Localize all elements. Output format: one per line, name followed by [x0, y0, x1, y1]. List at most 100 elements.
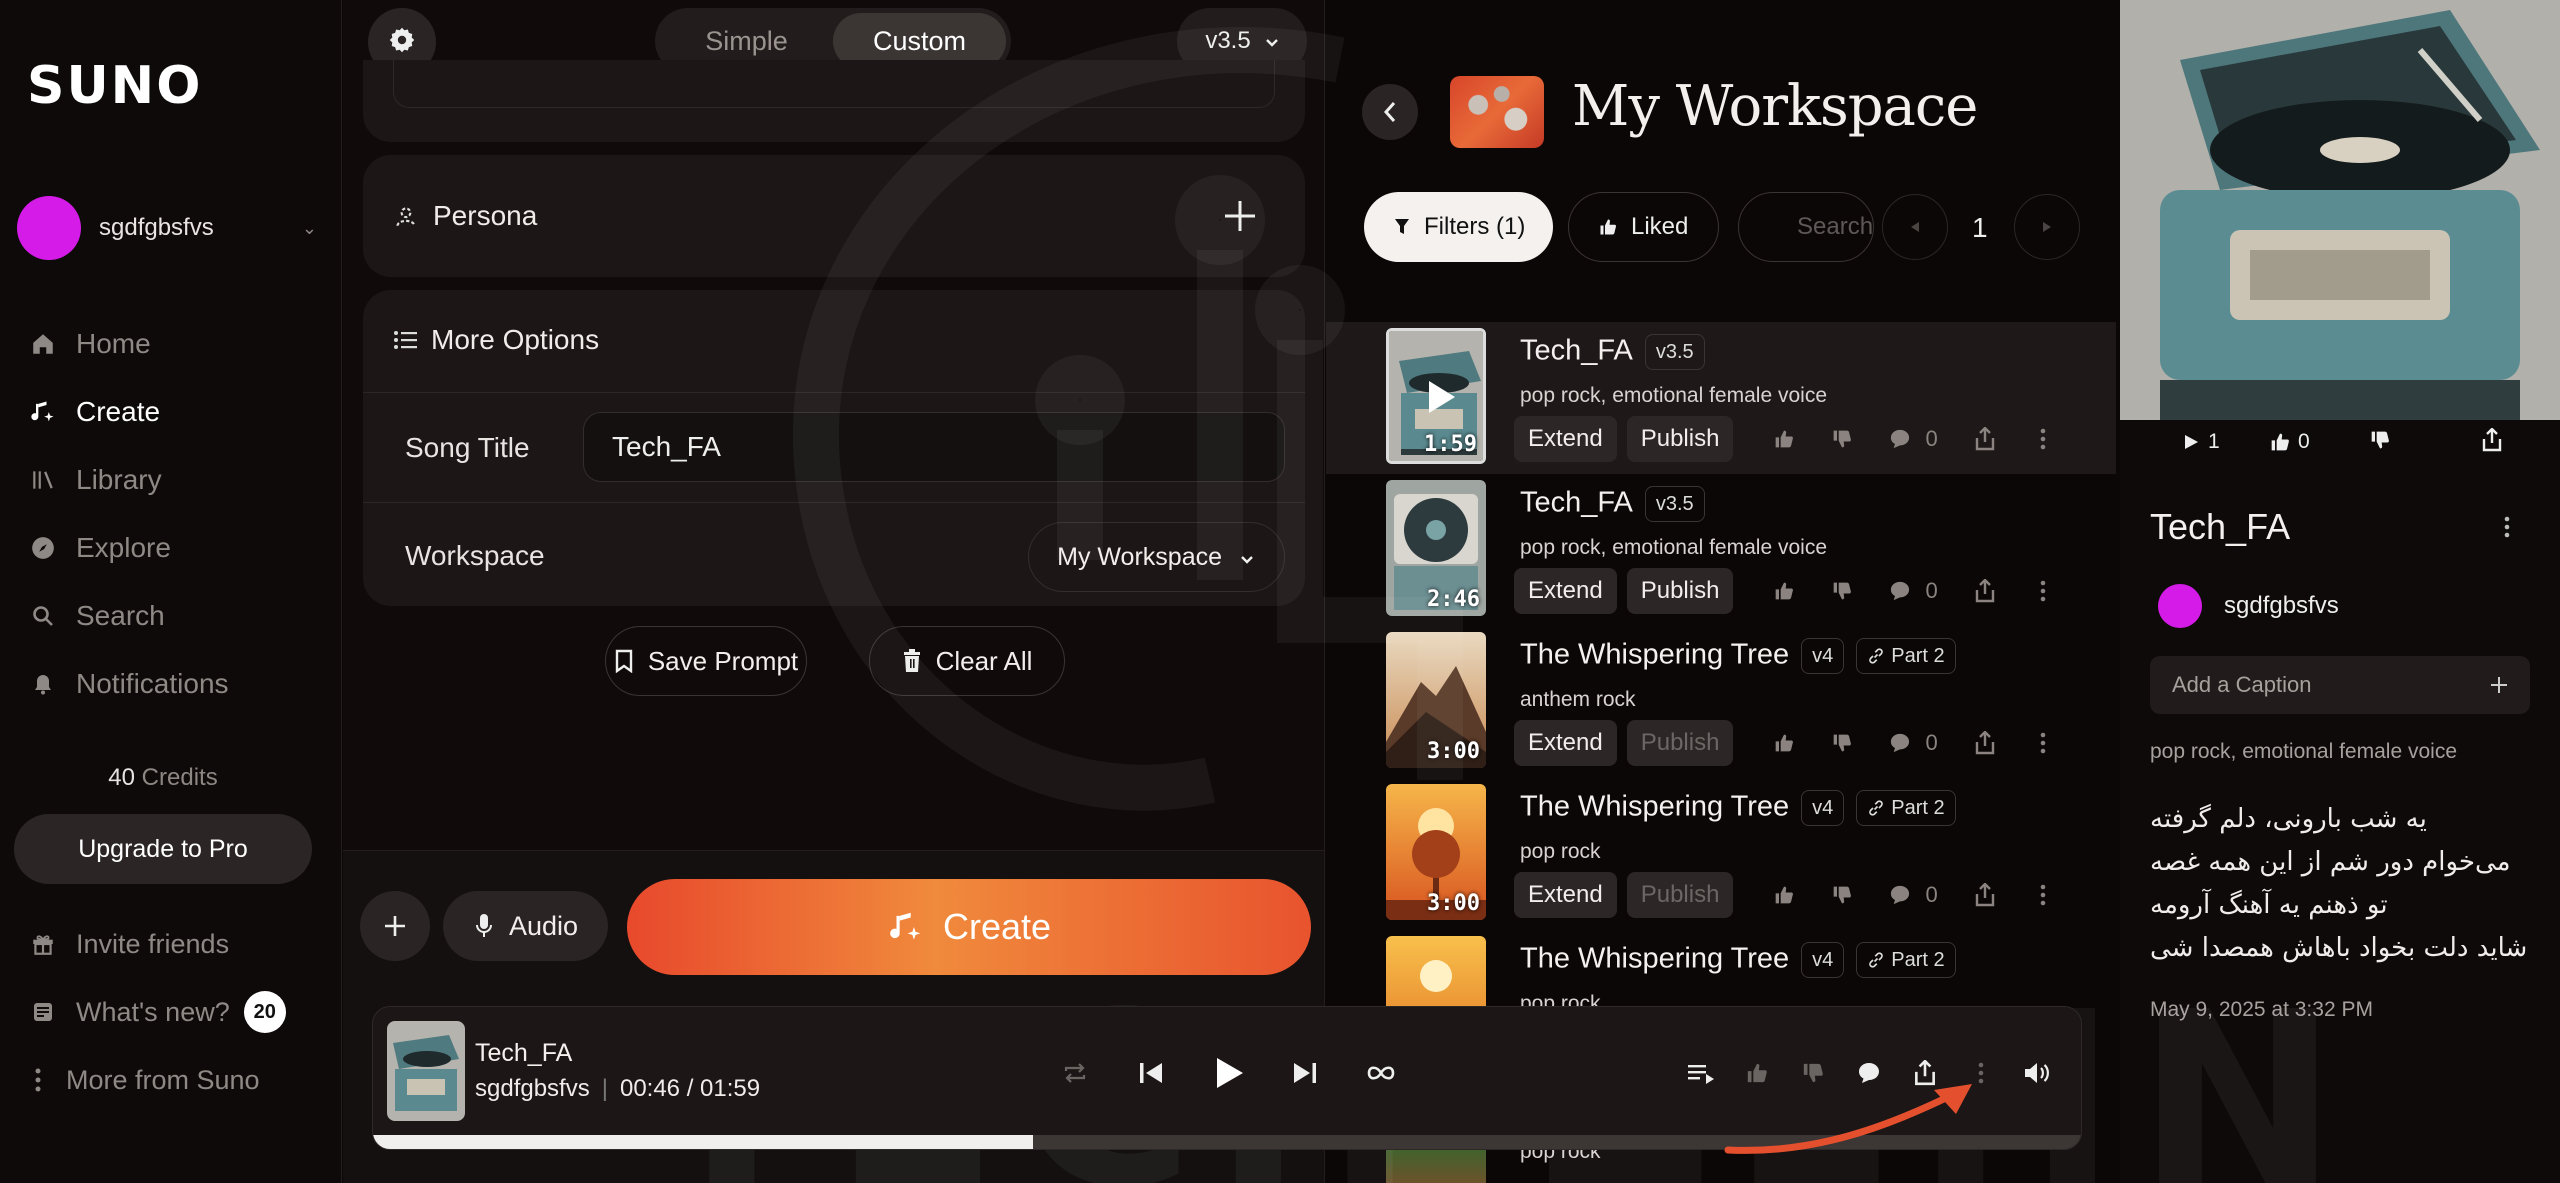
dislike-button[interactable] [2370, 430, 2390, 455]
workspace-select[interactable]: My Workspace [1028, 522, 1285, 592]
extend-button[interactable]: Extend [1514, 416, 1617, 462]
thumbs-up-icon[interactable] [1767, 422, 1801, 456]
share-icon[interactable] [1968, 878, 2002, 912]
song-title[interactable]: The Whispering Tree v4 Part 2 [1520, 638, 1956, 674]
part-tag[interactable]: Part 2 [1856, 790, 1956, 826]
thumbs-up-icon[interactable] [1767, 726, 1801, 760]
player-artist[interactable]: sgdfgbsfvs [475, 1075, 590, 1102]
thumbs-up-icon[interactable] [1767, 878, 1801, 912]
share-icon[interactable] [1968, 422, 2002, 456]
song-cover-large[interactable] [2120, 0, 2560, 420]
player-cover[interactable] [387, 1021, 465, 1121]
filters-button[interactable]: Filters (1) [1364, 192, 1554, 262]
play-count-button[interactable]: 1 [2182, 430, 2220, 454]
like-count: 0 [2298, 430, 2310, 453]
part-tag[interactable]: Part 2 [1856, 942, 1956, 978]
extend-button[interactable]: Extend [1514, 568, 1617, 614]
thumbs-down-icon[interactable] [1825, 726, 1859, 760]
play-button[interactable] [1207, 1051, 1251, 1095]
save-prompt-button[interactable]: Save Prompt [605, 626, 807, 696]
thumbs-down-icon[interactable] [1825, 878, 1859, 912]
song-title[interactable]: Tech_FA v3.5 [1520, 334, 1705, 370]
next-track-button[interactable] [1283, 1051, 1327, 1095]
song-row[interactable]: 1:59 Tech_FA v3.5 pop rock, emotional fem… [1326, 322, 2116, 474]
thumbs-down-icon[interactable] [1825, 574, 1859, 608]
part-tag[interactable]: Part 2 [1856, 638, 1956, 674]
song-title-input[interactable]: Tech_FA [583, 412, 1285, 482]
nav-search[interactable]: Search [28, 582, 229, 650]
repeat-icon[interactable] [1053, 1051, 1097, 1095]
nav-create[interactable]: Create [28, 378, 229, 446]
comment-icon[interactable] [1883, 878, 1917, 912]
publish-button[interactable]: Publish [1626, 416, 1734, 462]
more-vertical-icon[interactable] [2026, 574, 2060, 608]
song-title[interactable]: Tech_FA v3.5 [1520, 486, 1705, 522]
create-button[interactable]: Create [627, 879, 1311, 975]
extend-button[interactable]: Extend [1514, 720, 1617, 766]
infinity-loop-button[interactable] [1359, 1051, 1403, 1095]
thumbs-down-icon[interactable] [1825, 422, 1859, 456]
queue-icon[interactable] [1679, 1051, 1723, 1095]
audio-button[interactable]: Audio [443, 891, 609, 961]
share-icon[interactable] [1968, 574, 2002, 608]
song-cover[interactable]: 1:59 [1386, 328, 1486, 464]
clear-all-button[interactable]: Clear All [869, 626, 1065, 696]
suno-logo[interactable]: SUNO [27, 56, 202, 116]
song-cover[interactable]: 2:46 [1386, 480, 1486, 616]
prev-page-button[interactable] [1882, 194, 1948, 260]
search-input[interactable]: Search [1738, 192, 1874, 262]
volume-icon[interactable] [2015, 1051, 2059, 1095]
back-button[interactable] [1362, 84, 1418, 140]
share-button[interactable] [2482, 427, 2502, 457]
nav-invite[interactable]: Invite friends [28, 910, 286, 978]
play-icon[interactable] [1417, 375, 1461, 424]
nav-explore[interactable]: Explore [28, 514, 229, 582]
more-vertical-icon[interactable] [2026, 878, 2060, 912]
version-tag: v3.5 [1644, 486, 1705, 522]
sidebar: SUNO sgdfgbsfvs ⌄ Home Create Library Ex… [0, 0, 342, 1183]
publish-button[interactable]: Publish [1626, 720, 1734, 766]
like-button[interactable]: 0 [2270, 430, 2310, 454]
publish-button[interactable]: Publish [1626, 872, 1734, 918]
next-page-button[interactable] [2014, 194, 2080, 260]
add-button[interactable] [360, 891, 430, 961]
extend-button[interactable]: Extend [1514, 872, 1617, 918]
chevron-down-icon: ⌄ [301, 217, 317, 238]
comment-icon[interactable] [1883, 726, 1917, 760]
comment-icon[interactable] [1883, 574, 1917, 608]
nav-notifications[interactable]: Notifications [28, 650, 229, 718]
song-title[interactable]: The Whispering Tree v4 Part 2 [1520, 942, 1956, 978]
more-vertical-icon[interactable] [2504, 516, 2510, 543]
song-title-text: The Whispering Tree [1520, 942, 1790, 975]
add-caption-input[interactable]: Add a Caption [2150, 656, 2530, 714]
song-row[interactable]: 2:46 Tech_FA v3.5 pop rock, emotional fem… [1326, 474, 2116, 626]
detail-user[interactable]: sgdfgbsfvs [2158, 584, 2339, 628]
song-title-label: Song Title [405, 432, 530, 463]
nav-home[interactable]: Home [28, 310, 229, 378]
nav-whats-new[interactable]: What's new? 20 [28, 978, 286, 1046]
song-row[interactable]: 3:00 The Whispering Tree v4 Part 2 anthem … [1326, 626, 2116, 778]
comment-icon[interactable] [1883, 422, 1917, 456]
detail-user-name: sgdfgbsfvs [2224, 592, 2339, 619]
liked-label: Liked [1631, 213, 1689, 240]
share-icon[interactable] [1968, 726, 2002, 760]
player-title[interactable]: Tech_FA [475, 1039, 572, 1068]
nav-library[interactable]: Library [28, 446, 229, 514]
persona-card[interactable]: Persona [363, 155, 1305, 277]
more-options-label: More Options [431, 324, 600, 355]
publish-button[interactable]: Publish [1626, 568, 1734, 614]
song-title[interactable]: The Whispering Tree v4 Part 2 [1520, 790, 1956, 826]
liked-filter-button[interactable]: Liked [1568, 192, 1720, 262]
add-persona-button[interactable] [1205, 181, 1275, 251]
song-cover[interactable]: 3:00 [1386, 784, 1486, 920]
song-row[interactable]: 3:00 The Whispering Tree v4 Part 2 pop roc… [1326, 778, 2116, 930]
song-cover[interactable]: 3:00 [1386, 632, 1486, 768]
thumbs-up-icon[interactable] [1767, 574, 1801, 608]
more-vertical-icon[interactable] [2026, 422, 2060, 456]
user-menu[interactable]: sgdfgbsfvs ⌄ [17, 193, 317, 263]
upgrade-button[interactable]: Upgrade to Pro [14, 814, 312, 884]
more-options-header[interactable]: More Options [393, 290, 599, 390]
more-vertical-icon[interactable] [2026, 726, 2060, 760]
previous-track-button[interactable] [1129, 1051, 1173, 1095]
nav-more-from-suno[interactable]: More from Suno [28, 1046, 286, 1114]
